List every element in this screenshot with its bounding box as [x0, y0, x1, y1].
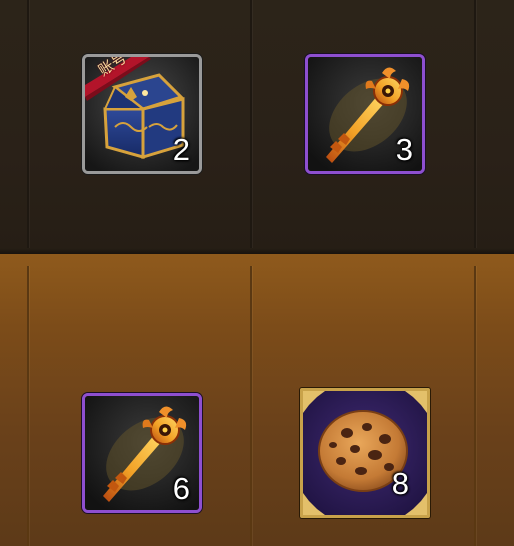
inventory-slot-golden-key[interactable]: 3 [305, 54, 425, 174]
inventory-slot-golden-key[interactable]: 6 [82, 393, 202, 513]
inventory-row-bottom [0, 254, 514, 546]
item-count: 2 [172, 132, 190, 167]
inventory-slot-cookie[interactable]: 8 [300, 388, 430, 518]
slot-divider [474, 266, 476, 546]
item-count: 6 [172, 471, 190, 506]
slot-divider [27, 266, 29, 546]
slot-divider [250, 266, 252, 546]
item-count: 3 [395, 132, 413, 167]
inventory-row-top [0, 0, 514, 254]
slot-divider [27, 0, 29, 248]
slot-divider [250, 0, 252, 248]
item-count: 8 [391, 466, 409, 501]
slot-divider [474, 0, 476, 248]
inventory-slot-treasure-chest[interactable]: 账号 2 [82, 54, 202, 174]
